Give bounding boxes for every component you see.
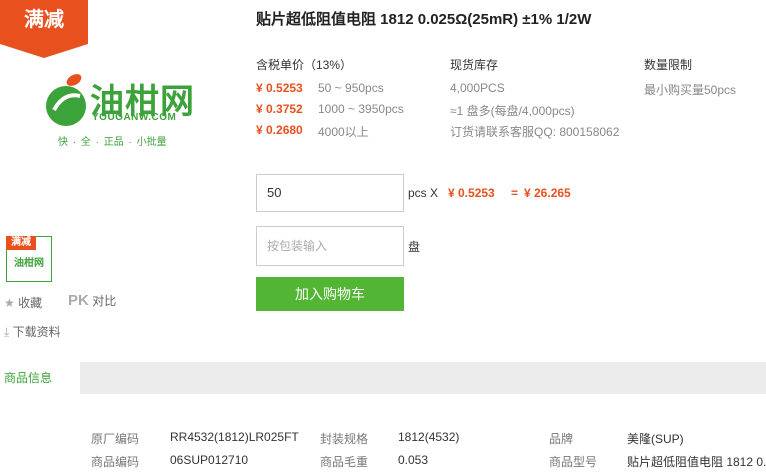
pack-unit: 盘: [408, 240, 421, 254]
stock-header: 现货库存: [450, 58, 499, 72]
tab-bar: [0, 362, 766, 394]
download-icon: ⤓: [4, 325, 10, 339]
tab-product-info[interactable]: 商品信息: [0, 362, 80, 394]
logo-slogan: 快 · 全 · 正品 · 小批量: [58, 137, 167, 148]
spec-value: 0.053: [398, 453, 429, 467]
price-range-2: 1000 ~ 3950pcs: [318, 102, 404, 116]
spec-key: 品牌: [549, 432, 574, 446]
spec-key: 商品毛重: [320, 455, 369, 469]
price-tier-3: ¥ 0.2680: [256, 123, 303, 137]
add-to-cart-button[interactable]: 加入购物车: [256, 277, 404, 311]
thumbnail-logo: 油柑网: [14, 258, 44, 269]
pack-input[interactable]: 按包装输入: [256, 226, 404, 266]
pk-icon: PK: [68, 292, 89, 309]
spec-key: 原厂编码: [91, 432, 140, 446]
price-range-3: 4000以上: [318, 125, 369, 139]
stock-contact: 订货请联系客服QQ: 800158062: [450, 125, 620, 139]
compare-label: 对比: [92, 294, 117, 308]
unit-x: pcs X: [408, 186, 439, 200]
quantity-input[interactable]: 50: [256, 174, 404, 212]
download-link[interactable]: ⤓ 下载资料: [4, 323, 61, 340]
price-tier-2: ¥ 0.3752: [256, 102, 303, 116]
limit-value: 最小购买量50pcs: [644, 83, 737, 97]
price-tier-1: ¥ 0.5253: [256, 81, 303, 95]
price-range-1: 50 ~ 950pcs: [318, 81, 384, 95]
logo-mark-icon: [46, 74, 86, 126]
spec-value: 1812(4532): [398, 430, 460, 444]
spec-value: 美隆(SUP): [627, 432, 684, 446]
promo-ribbon: 满减: [0, 0, 88, 58]
star-icon: ★: [4, 296, 15, 310]
favorite-link[interactable]: ★ 收藏: [4, 294, 42, 311]
promo-label: 满减: [24, 9, 64, 31]
spec-value: 06SUP012710: [170, 453, 249, 467]
equals-sign: =: [511, 186, 519, 200]
price-header: 含税单价（13%）: [256, 58, 353, 72]
unit-price: ¥ 0.5253: [448, 186, 495, 200]
spec-value: RR4532(1812)LR025FT: [170, 430, 299, 444]
logo-domain: YOUGANW.COM: [92, 112, 177, 123]
spec-key: 封装规格: [320, 432, 369, 446]
stock-count: 4,000PCS: [450, 81, 505, 95]
compare-link[interactable]: PK 对比: [68, 292, 116, 309]
thumbnail-badge: 满减: [6, 236, 36, 250]
spec-key: 商品型号: [549, 455, 598, 469]
download-label: 下载资料: [12, 325, 61, 339]
limit-header: 数量限制: [644, 58, 693, 72]
spec-value: 贴片超低阻值电阻 1812 0.: [627, 455, 766, 469]
stock-reels: ≈1 盘多(每盘/4,000pcs): [450, 104, 575, 118]
total-price: ¥ 26.265: [524, 186, 571, 200]
product-title: 贴片超低阻值电阻 1812 0.025Ω(25mR) ±1% 1/2W: [256, 11, 592, 28]
favorite-label: 收藏: [18, 296, 43, 310]
spec-key: 商品编码: [91, 455, 140, 469]
